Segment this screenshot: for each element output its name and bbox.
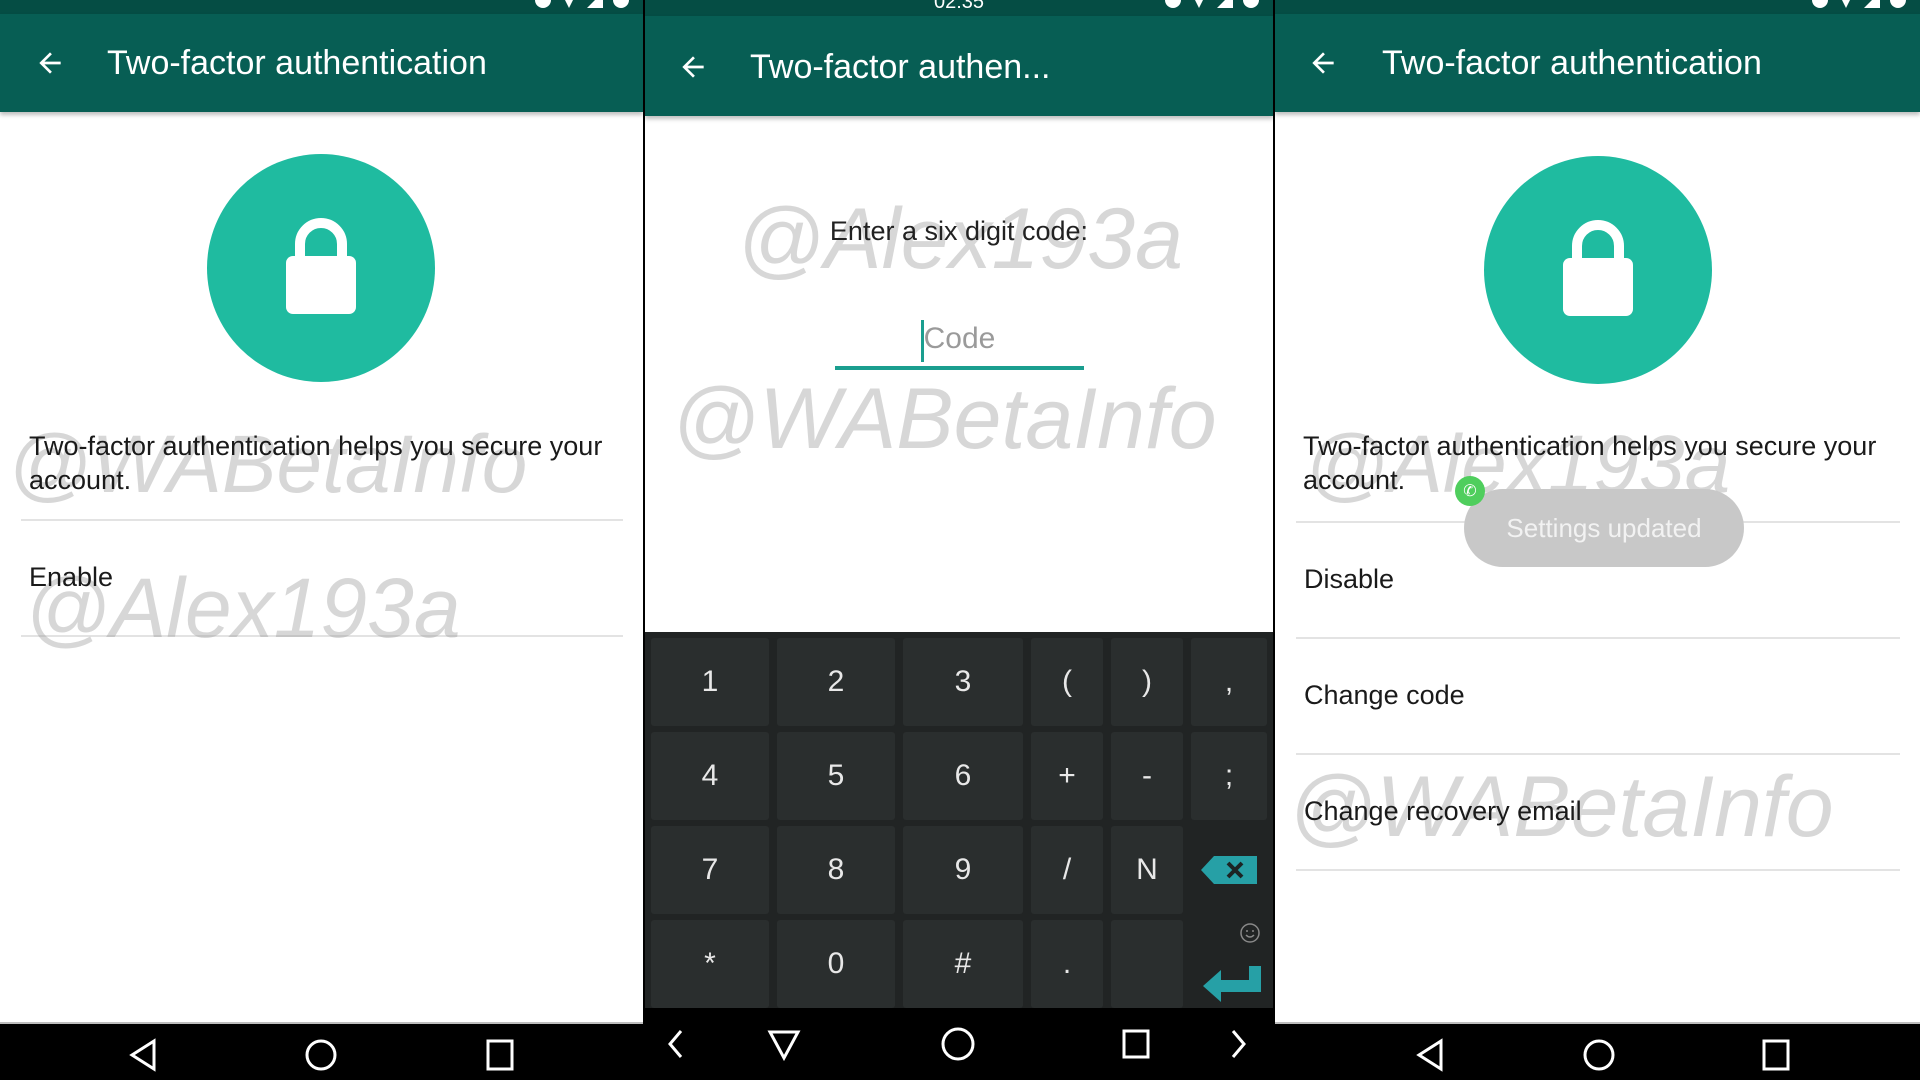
key-3[interactable]: 3 [903, 638, 1023, 726]
change-code-button[interactable]: Change code [1304, 680, 1465, 711]
key-N[interactable]: N [1111, 826, 1183, 914]
lock-icon [286, 218, 356, 314]
page-title: Two-factor authentication [1382, 44, 1762, 82]
divider [1296, 869, 1900, 871]
key-;[interactable]: ; [1191, 732, 1267, 820]
backspace-key[interactable] [1191, 826, 1267, 914]
backspace-icon [1201, 856, 1257, 884]
screen-enter-code: 02:35 Two-factor authen... @Alex193a Ent… [645, 0, 1273, 1080]
blank-key[interactable] [1111, 920, 1183, 1008]
status-bar [0, 0, 643, 14]
arrow-left-icon[interactable] [677, 51, 709, 83]
key-*[interactable]: * [651, 920, 769, 1008]
status-bar: 02:35 [645, 0, 1273, 16]
toast-message: Settings updated [1464, 489, 1744, 567]
back-icon[interactable] [128, 1038, 158, 1072]
change-recovery-email-button[interactable]: Change recovery email [1304, 796, 1582, 827]
description-text: Two-factor authentication helps you secu… [29, 431, 603, 495]
chevron-left-icon[interactable] [665, 1028, 685, 1060]
divider [21, 635, 623, 637]
code-prompt: Enter a six digit code: [829, 216, 1089, 246]
key--[interactable]: - [1111, 732, 1183, 820]
home-icon[interactable] [940, 1026, 976, 1062]
page-title: Two-factor authentication [107, 44, 487, 82]
key-9[interactable]: 9 [903, 826, 1023, 914]
divider [21, 519, 623, 521]
hide-keyboard-icon[interactable] [767, 1028, 801, 1062]
screen-2fa-enabled: Two-factor authentication @Alex193a Two-… [1275, 0, 1920, 1080]
whatsapp-icon: ✆ [1455, 476, 1485, 506]
text-caret [921, 320, 924, 362]
key-0[interactable]: 0 [777, 920, 895, 1008]
lock-badge [1484, 156, 1712, 384]
key-,[interactable]: , [1191, 638, 1267, 726]
key-7[interactable]: 7 [651, 826, 769, 914]
key-2[interactable]: 2 [777, 638, 895, 726]
key-4[interactable]: 4 [651, 732, 769, 820]
recents-icon[interactable] [1761, 1038, 1791, 1072]
divider [1296, 753, 1900, 755]
status-icons [535, 0, 629, 8]
recents-icon[interactable] [1121, 1028, 1151, 1060]
description-text: Two-factor authentication helps you secu… [1303, 431, 1877, 495]
status-bar [1275, 0, 1920, 14]
key-+[interactable]: + [1031, 732, 1103, 820]
enter-key[interactable] [1191, 920, 1267, 1008]
app-bar: Two-factor authentication [0, 14, 643, 112]
status-icons [1812, 0, 1906, 8]
home-icon[interactable] [304, 1038, 338, 1072]
chevron-right-icon[interactable] [1229, 1028, 1249, 1060]
key-6[interactable]: 6 [903, 732, 1023, 820]
emoji-icon [1240, 923, 1260, 943]
back-icon[interactable] [1415, 1038, 1445, 1072]
screen-enable-2fa: Two-factor authentication @WABetaInfo Tw… [0, 0, 643, 1080]
arrow-left-icon[interactable] [1307, 47, 1339, 79]
watermark: @WABetaInfo [672, 371, 1217, 467]
lock-icon [1563, 220, 1633, 316]
key-1[interactable]: 1 [651, 638, 769, 726]
key-5[interactable]: 5 [777, 732, 895, 820]
nav-bar [645, 1008, 1273, 1080]
disable-button[interactable]: Disable [1304, 564, 1394, 595]
key-/[interactable]: / [1031, 826, 1103, 914]
status-time: 02:35 [933, 0, 985, 13]
page-title: Two-factor authen... [750, 48, 1051, 86]
status-icons [1165, 0, 1259, 8]
key-#[interactable]: # [903, 920, 1023, 1008]
arrow-left-icon[interactable] [34, 47, 66, 79]
app-bar: Two-factor authen... [645, 16, 1273, 116]
enable-button[interactable]: Enable [29, 562, 113, 593]
code-input[interactable] [835, 312, 1084, 370]
home-icon[interactable] [1582, 1038, 1616, 1072]
enter-icon [1203, 966, 1261, 1002]
key-.[interactable]: . [1031, 920, 1103, 1008]
lock-badge [207, 154, 435, 382]
key-8[interactable]: 8 [777, 826, 895, 914]
key-([interactable]: ( [1031, 638, 1103, 726]
numeric-keyboard: 1 2 3(), 4 5 6 + -; 7 8 9/N * 0 #. [645, 632, 1273, 1008]
app-bar: Two-factor authentication [1275, 14, 1920, 112]
key-)[interactable]: ) [1111, 638, 1183, 726]
divider [1296, 637, 1900, 639]
nav-bar [0, 1022, 643, 1080]
recents-icon[interactable] [485, 1038, 515, 1072]
nav-bar [1275, 1022, 1920, 1080]
